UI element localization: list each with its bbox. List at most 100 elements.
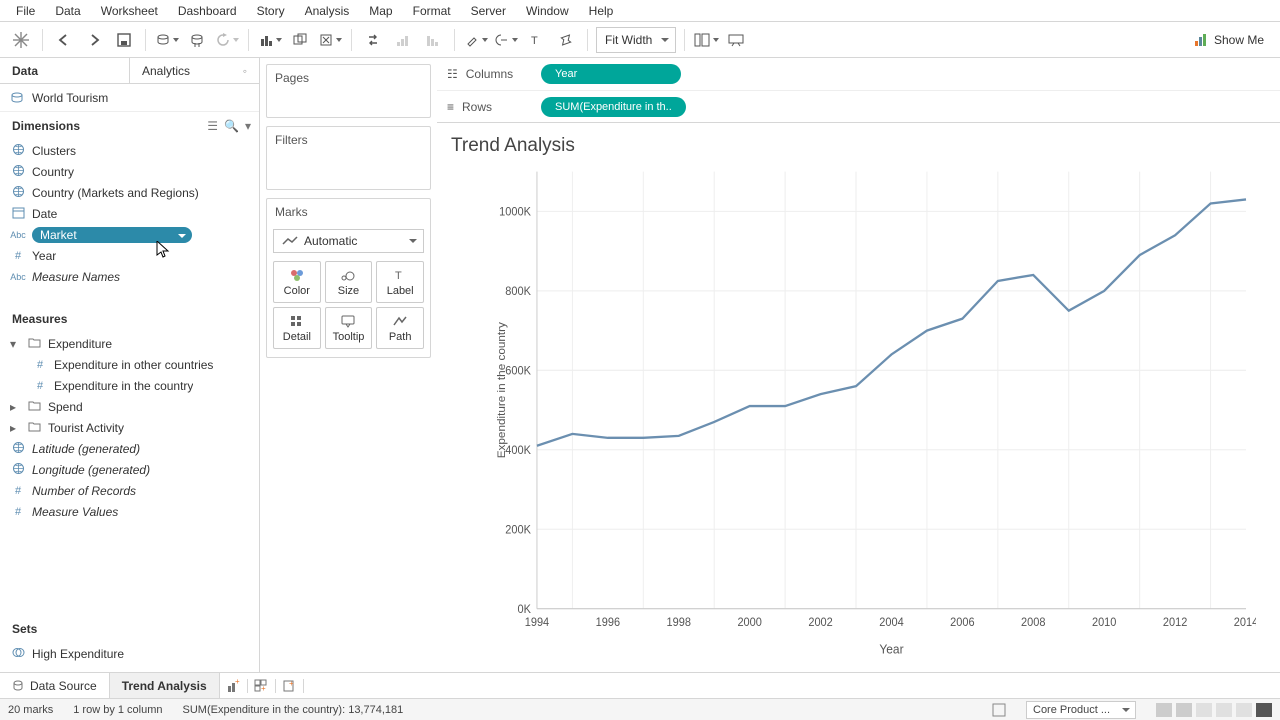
mark-tooltip[interactable]: Tooltip — [325, 307, 373, 349]
chart-area[interactable]: 0K200K400K600K800K1000K19941996199820002… — [437, 161, 1280, 672]
dimension-country-markets-and-regions-[interactable]: Country (Markets and Regions) — [0, 182, 259, 203]
menu-dashboard[interactable]: Dashboard — [168, 2, 247, 20]
cards-button[interactable] — [693, 27, 719, 53]
fit-value: Fit Width — [605, 33, 652, 47]
measure-expenditure-in-other-countries[interactable]: #Expenditure in other countries — [0, 354, 259, 375]
nav-icons[interactable] — [1156, 703, 1272, 717]
status-marks: 20 marks — [8, 704, 53, 716]
sort-desc-button[interactable] — [420, 27, 446, 53]
highlight-button[interactable] — [463, 27, 489, 53]
mark-size[interactable]: Size — [325, 261, 373, 303]
svg-text:Expenditure in the country: Expenditure in the country — [497, 322, 508, 459]
new-story-icon[interactable]: + — [276, 679, 304, 693]
cards-column: Pages Filters Marks Automatic ColorSizeT… — [260, 58, 437, 672]
mark-path[interactable]: Path — [376, 307, 424, 349]
sheet-tabs: Data Source Trend Analysis + + + — [0, 672, 1280, 698]
dimension-country[interactable]: Country — [0, 161, 259, 182]
status-bar: 20 marks 1 row by 1 column SUM(Expenditu… — [0, 698, 1280, 720]
viz-title[interactable]: Trend Analysis — [437, 123, 1280, 161]
new-dashboard-icon[interactable]: + — [248, 679, 276, 693]
rows-pill[interactable]: SUM(Expenditure in th.. — [541, 97, 686, 117]
presentation-button[interactable] — [723, 27, 749, 53]
new-worksheet-icon[interactable]: + — [220, 679, 248, 693]
forward-button[interactable] — [81, 27, 107, 53]
data-source-tab[interactable]: Data Source — [0, 673, 110, 698]
columns-shelf[interactable]: ☷Columns Year — [437, 58, 1280, 90]
dimension-date[interactable]: Date — [0, 203, 259, 224]
pause-updates-button[interactable] — [184, 27, 210, 53]
dimension-clusters[interactable]: Clusters — [0, 140, 259, 161]
folder-tourist-activity[interactable]: ▸Tourist Activity — [0, 417, 259, 438]
mark-color[interactable]: Color — [273, 261, 321, 303]
menu-map[interactable]: Map — [359, 2, 402, 20]
columns-pill[interactable]: Year — [541, 64, 681, 84]
svg-text:2012: 2012 — [1163, 616, 1187, 628]
search-icon[interactable]: 🔍 — [224, 119, 239, 133]
folder-expenditure[interactable]: ▾Expenditure — [0, 333, 259, 354]
view-toggle-icon[interactable]: ☰ — [207, 119, 218, 133]
svg-text:200K: 200K — [505, 524, 531, 536]
menu-analysis[interactable]: Analysis — [295, 2, 360, 20]
svg-text:T: T — [531, 35, 538, 47]
datasource-row[interactable]: World Tourism — [0, 84, 259, 112]
dimension-measure-names[interactable]: AbcMeasure Names — [0, 266, 259, 287]
toolbar: T Fit Width Show Me — [0, 22, 1280, 58]
labels-button[interactable]: T — [523, 27, 549, 53]
pin-button[interactable] — [553, 27, 579, 53]
menu-help[interactable]: Help — [579, 2, 624, 20]
dimension-market[interactable]: AbcMarket — [0, 224, 259, 245]
svg-text:T: T — [395, 270, 402, 282]
mark-detail[interactable]: Detail — [273, 307, 321, 349]
save-button[interactable] — [111, 27, 137, 53]
rows-shelf[interactable]: ≡Rows SUM(Expenditure in th.. — [437, 90, 1280, 122]
measure-expenditure-in-the-country[interactable]: #Expenditure in the country — [0, 375, 259, 396]
measures-header: Measures — [0, 305, 259, 333]
menu-window[interactable]: Window — [516, 2, 579, 20]
tab-analytics[interactable]: Analytics◦ — [130, 58, 259, 83]
measure-measure-values[interactable]: #Measure Values — [0, 501, 259, 522]
pages-card[interactable]: Pages — [266, 64, 431, 118]
group-button[interactable] — [493, 27, 519, 53]
tab-data[interactable]: Data — [0, 58, 130, 83]
svg-text:+: + — [261, 684, 266, 693]
columns-icon: ☷ — [447, 67, 458, 81]
svg-text:2004: 2004 — [879, 616, 903, 628]
menu-data[interactable]: Data — [45, 2, 90, 20]
menu-format[interactable]: Format — [403, 2, 461, 20]
fit-select[interactable]: Fit Width — [596, 27, 676, 53]
filters-card[interactable]: Filters — [266, 126, 431, 190]
mark-label[interactable]: TLabel — [376, 261, 424, 303]
menu-story[interactable]: Story — [247, 2, 295, 20]
dimension-year[interactable]: #Year — [0, 245, 259, 266]
menu-bar: FileDataWorksheetDashboardStoryAnalysisM… — [0, 0, 1280, 22]
show-me-button[interactable]: Show Me — [1186, 33, 1272, 47]
menu-file[interactable]: File — [6, 2, 45, 20]
sheet-tab-trend[interactable]: Trend Analysis — [110, 673, 220, 698]
status-select[interactable]: Core Product ... — [1026, 701, 1136, 719]
svg-text:400K: 400K — [505, 445, 531, 457]
sort-asc-button[interactable] — [390, 27, 416, 53]
set-high-expenditure[interactable]: High Expenditure — [0, 643, 259, 664]
swap-button[interactable] — [360, 27, 386, 53]
show-me-label: Show Me — [1214, 33, 1264, 47]
status-dims: 1 row by 1 column — [73, 704, 162, 716]
menu-server[interactable]: Server — [461, 2, 516, 20]
back-button[interactable] — [51, 27, 77, 53]
logo-icon[interactable] — [8, 27, 34, 53]
showme-icon — [1194, 33, 1208, 47]
clear-button[interactable] — [317, 27, 343, 53]
status-sum: SUM(Expenditure in the country): 13,774,… — [183, 704, 404, 716]
measure-number-of-records[interactable]: #Number of Records — [0, 480, 259, 501]
new-worksheet-button[interactable] — [257, 27, 283, 53]
duplicate-button[interactable] — [287, 27, 313, 53]
menu-icon[interactable]: ▾ — [245, 119, 251, 133]
refresh-button[interactable] — [214, 27, 240, 53]
svg-text:2014: 2014 — [1234, 616, 1256, 628]
new-datasource-button[interactable] — [154, 27, 180, 53]
line-icon — [282, 235, 298, 247]
folder-spend[interactable]: ▸Spend — [0, 396, 259, 417]
measure-longitude-generated-[interactable]: Longitude (generated) — [0, 459, 259, 480]
menu-worksheet[interactable]: Worksheet — [91, 2, 168, 20]
mark-type-select[interactable]: Automatic — [273, 229, 424, 253]
measure-latitude-generated-[interactable]: Latitude (generated) — [0, 438, 259, 459]
